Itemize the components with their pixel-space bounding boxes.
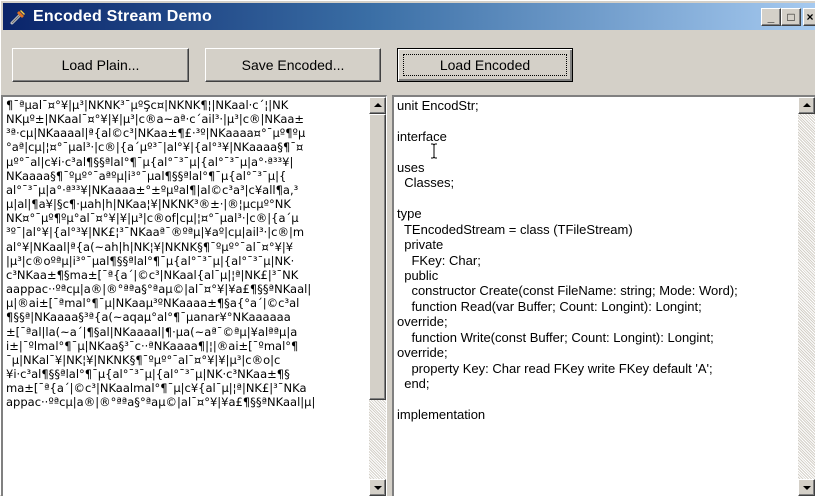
encoded-text-line: ±[¯ªal|la(~a´|¶§al|NKaaaal|¶·µa(~aª¯©ªµ|… (6, 324, 298, 339)
source-code-line: implementation (397, 407, 486, 423)
scroll-thumb[interactable] (369, 114, 386, 400)
maximize-button[interactable]: □ (781, 8, 801, 26)
encoded-memo-scrollbar[interactable] (369, 97, 386, 496)
encoded-text-line: µº°¯al|c¥i·c³al¶§§ªlal°¶¯µ{al°¯³¯µ|{al°¯… (6, 154, 294, 169)
source-code-line: Classes; (397, 175, 455, 191)
source-code-line: unit EncodStr; (397, 98, 479, 113)
scroll-down-button[interactable] (369, 479, 386, 496)
encoded-text-line: aappac··ºªcµ|a®|®°ªªa§°ªaµ©|al¯¤°¥|¥a£¶§… (6, 282, 312, 297)
source-code-line (397, 423, 797, 438)
source-code-line: function Write(const Buffer; Count: Long… (397, 329, 714, 345)
encoded-text-line: NK¤°¯µº¶ºµ°al¯¤°¥|¥|µ³|c®of|cµ|¦¤°¯µal³·… (6, 211, 299, 226)
source-code-line: constructor Create(const FileName: strin… (397, 283, 738, 299)
source-code-line (397, 392, 797, 407)
encoded-text-line: ¯µ|NKal¯¥|NK¦¥|NKNK§¶¯ºµº°¯al¯¤°¥|¥|µ³|c… (6, 352, 281, 367)
encoded-text-line: c³NKaa±¶§ma±[¯ª{a´|©c³|NKaal{al¯µ|¦ª|NK£… (6, 267, 299, 282)
encoded-text-line: NKµº±|NKaal¯¤°¥|¥|µ³|c®a~aª·c´ail³·|µ³|c… (6, 112, 305, 127)
source-code-line: override; (397, 345, 448, 361)
wrench-icon (10, 10, 25, 25)
plain-text-memo[interactable]: unit EncodStr; interface uses Classes; t… (392, 95, 815, 496)
encoded-text-content: ¶¯ªµal¯¤°¥|µ³|NKNK³¯µºŞc¤|NKNK¶¦|NKaal·c… (6, 98, 368, 409)
scroll-up-button[interactable] (369, 97, 386, 114)
arrow-up-icon (374, 103, 382, 107)
source-code-line: FKey: Char; (397, 252, 481, 268)
minimize-button[interactable]: _ (761, 8, 781, 26)
source-code-line: override; (397, 314, 448, 330)
scroll-up-button[interactable] (798, 97, 815, 114)
encoded-text-line: ma±[¯ª{a´|©c³|NKaalmal°¶¯µ|c¥{al¯µ|¦ª|NK… (6, 381, 307, 396)
source-code-line: end; (397, 376, 430, 392)
arrow-up-icon (803, 103, 811, 107)
source-code-line (397, 144, 797, 159)
encoded-text-line: ³ª·cµ|NKaaaal|ª{al©c³|NKaa±¶£·³º|NKaaaa¤… (6, 126, 306, 141)
encoded-text-line: al°¯³¯µ|a°·ª³³¥|NKaaaa±°±ºµºal¶|al©c³a³|… (6, 182, 299, 197)
encoded-text-line: ¥i·c³al¶§§ªlal°¶¯µ{al°¯³¯µ|{al°¯³¯µ|NK·c… (6, 366, 290, 381)
source-code-line: function Read(var Buffer; Count: Longint… (397, 298, 702, 314)
window-title: Encoded Stream Demo (33, 8, 212, 25)
arrow-down-icon (803, 486, 811, 490)
source-code-line: type (397, 206, 422, 222)
source-code-line: interface (397, 128, 447, 144)
text-cursor-icon (431, 143, 437, 159)
load-encoded-button[interactable]: Load Encoded (397, 48, 573, 82)
encoded-text-line: µ|al|¶a¥|§c¶·µah|h|NKaa¦¥|NKNK³®±·|®¦µcµ… (6, 197, 291, 212)
plain-text-content: unit EncodStr; interface uses Classes; t… (397, 98, 797, 438)
encoded-text-memo[interactable]: ¶¯ªµal¯¤°¥|µ³|NKNK³¯µºŞc¤|NKNK¶¦|NKaal·c… (1, 95, 387, 496)
encoded-text-line: NKaaaa§¶¯ºµº°¯aªºµ|i³°¯µal¶§§ªlal°¶¯µ{al… (6, 168, 287, 183)
main-window: Encoded Stream Demo _ □ × Load Plain... … (0, 0, 815, 496)
encoded-text-line: appac··ºªcµ|a®|®°ªªa§°ªaµ©|al¯¤°¥|¥a£¶§§… (6, 395, 316, 410)
load-plain-button[interactable]: Load Plain... (12, 48, 189, 82)
encoded-text-line: ¶¯ªµal¯¤°¥|µ³|NKNK³¯µºŞc¤|NKNK¶¦|NKaal·c… (6, 98, 289, 112)
save-encoded-button[interactable]: Save Encoded... (205, 48, 381, 82)
encoded-text-line: ³º¯|al°¥|{al°³¥|NK£¦³¯NKaaª¯®ºªµ|¥aº|cµ|… (6, 225, 305, 240)
focus-rectangle (403, 54, 567, 76)
source-code-line: property Key: Char read FKey write FKey … (397, 360, 713, 376)
encoded-text-line: al°¥|NKaal|ª{a(~ah|h|NK¦¥|NKNK§¶¯ºµº°¯al… (6, 239, 294, 254)
source-code-line: private (397, 237, 444, 253)
source-code-line: public (397, 267, 439, 283)
encoded-text-line: °aª|cµ|¦¤°¯µal³·|c®|{a´µº³¯|al°¥|{al°³¥|… (6, 140, 304, 155)
encoded-text-line: |µ³|c®oºªµ|i³°¯µal¶§§ªlal°¶¯µ{al°¯³¯µ|{a… (6, 253, 295, 268)
title-bar[interactable]: Encoded Stream Demo _ □ × (3, 3, 815, 30)
encoded-text-line: i±|¯ºlmal°¶¯µ|NKaa§³¯c··ªNKaaaa¶|¦|®ai±[… (6, 338, 299, 353)
scroll-down-button[interactable] (798, 479, 815, 496)
source-code-line (397, 113, 797, 128)
close-button[interactable]: × (803, 8, 815, 26)
encoded-text-line: µ|®ai±[¯ªmal°¶¯µ|NKaaµ³ºNKaaaa±¶§a{°a´|©… (6, 296, 300, 311)
plain-memo-scrollbar[interactable] (798, 97, 815, 496)
arrow-down-icon (374, 486, 382, 490)
encoded-text-line: ¶§§ª|NKaaaa§³ª{a(~aqaµ°al°¶¯µanar¥°NKaaa… (6, 310, 291, 325)
source-code-line: TEncodedStream = class (TFileStream) (397, 221, 633, 237)
source-code-line (397, 191, 797, 206)
source-code-line: uses (397, 159, 425, 175)
